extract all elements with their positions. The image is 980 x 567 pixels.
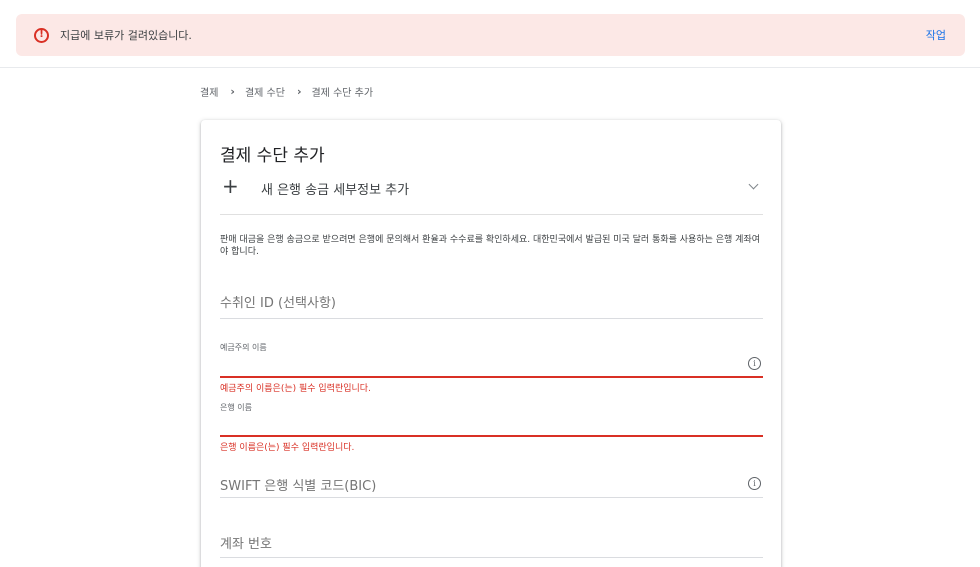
recipient-id-field[interactable] (220, 290, 763, 320)
add-payment-method-card: 결제 수단 추가 + 새 은행 송금 세부정보 추가 판매 대금을 은행 송금으… (201, 120, 781, 567)
header-divider (0, 67, 980, 68)
account-holder-error: 예금주의 이름은(는) 필수 입력란입니다. (220, 384, 371, 394)
bank-name-field[interactable]: 은행 이름 은행 이름은(는) 필수 입력란입니다. (220, 400, 763, 453)
breadcrumb-item-payments[interactable]: 결제 (200, 84, 218, 99)
recipient-id-underline (220, 318, 763, 319)
chevron-right-icon: › (296, 84, 302, 98)
recipient-id-input[interactable] (220, 295, 730, 311)
account-holder-label: 예금주의 이름 (220, 343, 267, 352)
hold-alert-banner: ! 지급에 보류가 걸려있습니다. 작업 (16, 14, 965, 56)
account-holder-underline (220, 376, 763, 378)
alert-action-button[interactable]: 작업 (926, 27, 949, 43)
bank-transfer-info-text: 판매 대금을 은행 송금으로 받으려면 은행에 문의해서 환율과 수수료를 확인… (220, 235, 761, 257)
add-bank-transfer-label: 새 은행 송금 세부정보 추가 (261, 183, 410, 198)
account-holder-input[interactable] (220, 360, 730, 376)
account-holder-field[interactable]: 예금주의 이름 i 예금주의 이름은(는) 필수 입력란입니다. (220, 340, 763, 400)
breadcrumb-item-payment-methods[interactable]: 결제 수단 (245, 84, 285, 99)
section-divider (220, 214, 763, 215)
info-icon[interactable]: i (748, 357, 761, 370)
account-number-field[interactable] (220, 533, 763, 563)
add-bank-transfer-toggle[interactable]: + 새 은행 송금 세부정보 추가 (220, 172, 763, 212)
swift-code-underline (220, 497, 763, 498)
breadcrumb: 결제 › 결제 수단 › 결제 수단 추가 (200, 84, 374, 99)
account-number-input[interactable] (220, 536, 730, 552)
account-number-underline (220, 557, 763, 558)
info-icon[interactable]: i (748, 477, 761, 490)
page-title: 결제 수단 추가 (220, 146, 325, 166)
bank-name-error: 은행 이름은(는) 필수 입력란입니다. (220, 443, 355, 453)
bank-name-underline (220, 435, 763, 437)
chevron-down-icon[interactable] (748, 179, 759, 190)
alert-message: 지급에 보류가 걸려있습니다. (60, 29, 192, 42)
bank-name-label: 은행 이름 (220, 403, 252, 412)
error-circle-icon: ! (34, 27, 49, 43)
swift-code-input[interactable] (220, 478, 730, 494)
plus-icon: + (222, 174, 239, 198)
breadcrumb-item-add-payment-method: 결제 수단 추가 (311, 87, 374, 99)
chevron-right-icon: › (230, 84, 235, 98)
bank-name-input[interactable] (220, 415, 730, 431)
swift-code-field[interactable]: i (220, 473, 763, 503)
